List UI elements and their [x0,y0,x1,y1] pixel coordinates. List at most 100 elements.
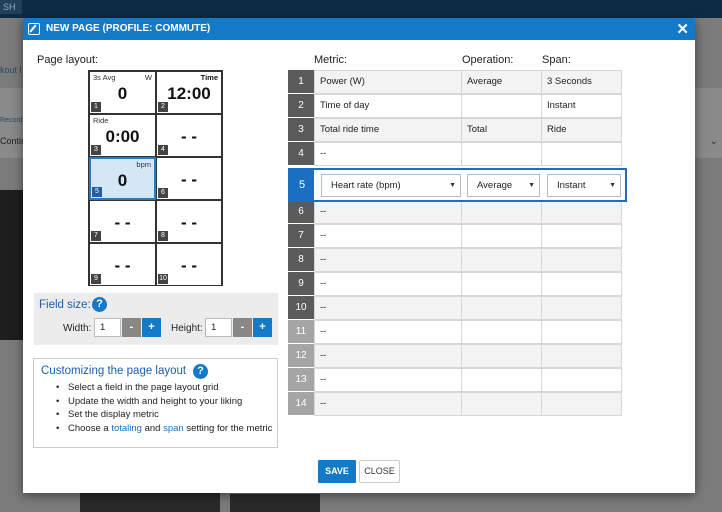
metric-row[interactable]: 13 -- [288,368,622,392]
metric-cell[interactable]: -- [314,392,462,416]
metric-cell[interactable]: Total ride time [314,118,462,142]
span-cell[interactable] [542,248,622,272]
metric-row[interactable]: 3 Total ride time Total Ride [288,118,622,142]
layout-field-6[interactable]: - - 6 [156,157,222,200]
operation-cell[interactable] [462,296,542,320]
bg-link-workout[interactable]: kout l [0,65,22,75]
span-cell[interactable]: Ride [542,118,622,142]
operation-cell[interactable] [462,142,542,166]
metric-cell[interactable]: -- [314,296,462,320]
operation-cell[interactable]: Average [462,70,542,94]
operation-cell[interactable] [462,368,542,392]
metric-row[interactable]: 1 Power (W) Average 3 Seconds [288,70,622,94]
width-increase-button[interactable]: + [142,318,161,337]
metric-row[interactable]: 9 -- [288,272,622,296]
span-select[interactable]: Instant ▼ [547,174,621,197]
field-number-badge: 7 [91,231,101,241]
close-icon[interactable]: ✕ [676,19,689,41]
operation-cell[interactable] [462,344,542,368]
metric-row[interactable]: 8 -- [288,248,622,272]
metric-cell[interactable]: Power (W) [314,70,462,94]
operation-cell[interactable] [462,94,542,118]
span-cell[interactable] [542,368,622,392]
metric-cell[interactable]: -- [314,320,462,344]
app-tab[interactable]: SH [0,0,22,14]
span-column-header: Span: [542,54,571,66]
bg-chevron-icon[interactable]: ⌄ [710,136,718,147]
field-number-badge: 8 [158,231,168,241]
metric-row[interactable]: 14 -- [288,392,622,416]
layout-field-8[interactable]: - - 8 [156,200,222,243]
operation-select-value: Average [477,180,513,191]
metric-row[interactable]: 7 -- [288,224,622,248]
metric-cell[interactable]: -- [314,344,462,368]
layout-field-4[interactable]: - - 4 [156,114,222,157]
edit-icon [28,23,40,35]
span-cell[interactable] [542,344,622,368]
span-cell[interactable] [542,224,622,248]
metric-select[interactable]: Heart rate (bpm) ▼ [321,174,461,197]
metric-row[interactable]: 6 -- [288,200,622,224]
layout-field-1[interactable]: 3s Avg W 0 1 [89,71,156,114]
metric-cell[interactable]: -- [314,272,462,296]
layout-field-7[interactable]: - - 7 [89,200,156,243]
dialog-title: NEW PAGE (PROFILE: COMMUTE) [46,23,211,34]
field-value: 0 [117,84,128,103]
height-increase-button[interactable]: + [253,318,272,337]
width-decrease-button[interactable]: - [122,318,141,337]
height-input[interactable]: 1 [205,318,232,337]
close-button[interactable]: CLOSE [359,460,400,483]
operation-cell[interactable] [462,248,542,272]
field-size-panel: Field size: ? Width: 1 - + Height: 1 - + [34,293,278,345]
operation-cell[interactable] [462,392,542,416]
operation-cell[interactable] [462,320,542,344]
span-cell[interactable]: 3 Seconds [542,70,622,94]
metric-row[interactable]: 12 -- [288,344,622,368]
totaling-link[interactable]: totaling [111,423,142,434]
layout-field-5[interactable]: bpm 0 5 [89,157,156,200]
height-decrease-button[interactable]: - [233,318,252,337]
span-cell[interactable] [542,142,622,166]
bg-link-record[interactable]: Record [0,117,23,124]
operation-cell[interactable] [462,224,542,248]
field-unit: W [144,73,152,82]
field-value: 0:00 [105,127,140,146]
field-size-help-icon[interactable]: ? [92,297,107,312]
metric-cell[interactable]: Time of day [314,94,462,118]
metric-row[interactable]: 2 Time of day Instant [288,94,622,118]
metric-row[interactable]: 4 -- [288,142,622,166]
metric-cell[interactable]: -- [314,142,462,166]
span-cell[interactable] [542,320,622,344]
span-cell[interactable] [542,272,622,296]
row-number: 12 [288,344,314,368]
row-number: 10 [288,296,314,320]
operation-column-header: Operation: [462,54,514,66]
row-number: 13 [288,368,314,392]
layout-field-2[interactable]: Time 12:00 2 [156,71,222,114]
span-cell[interactable] [542,392,622,416]
metric-cell[interactable]: -- [314,200,462,224]
save-button[interactable]: SAVE [318,460,356,483]
operation-cell[interactable] [462,272,542,296]
row-number: 9 [288,272,314,296]
span-cell[interactable] [542,296,622,320]
metric-cell[interactable]: -- [314,248,462,272]
span-cell[interactable] [542,200,622,224]
row-number: 1 [288,70,314,94]
span-link[interactable]: span [163,423,184,434]
layout-field-10[interactable]: - - 10 [156,243,222,286]
operation-select[interactable]: Average ▼ [467,174,540,197]
metric-cell[interactable]: -- [314,224,462,248]
metric-row[interactable]: 10 -- [288,296,622,320]
width-input[interactable]: 1 [94,318,121,337]
operation-cell[interactable]: Total [462,118,542,142]
row-number: 2 [288,94,314,118]
field-label: Ride [93,116,109,125]
metric-row[interactable]: 11 -- [288,320,622,344]
operation-cell[interactable] [462,200,542,224]
metric-cell[interactable]: -- [314,368,462,392]
layout-field-9[interactable]: - - 9 [89,243,156,286]
span-cell[interactable]: Instant [542,94,622,118]
customize-help-icon[interactable]: ? [193,364,208,379]
layout-field-3[interactable]: Ride 0:00 3 [89,114,156,157]
